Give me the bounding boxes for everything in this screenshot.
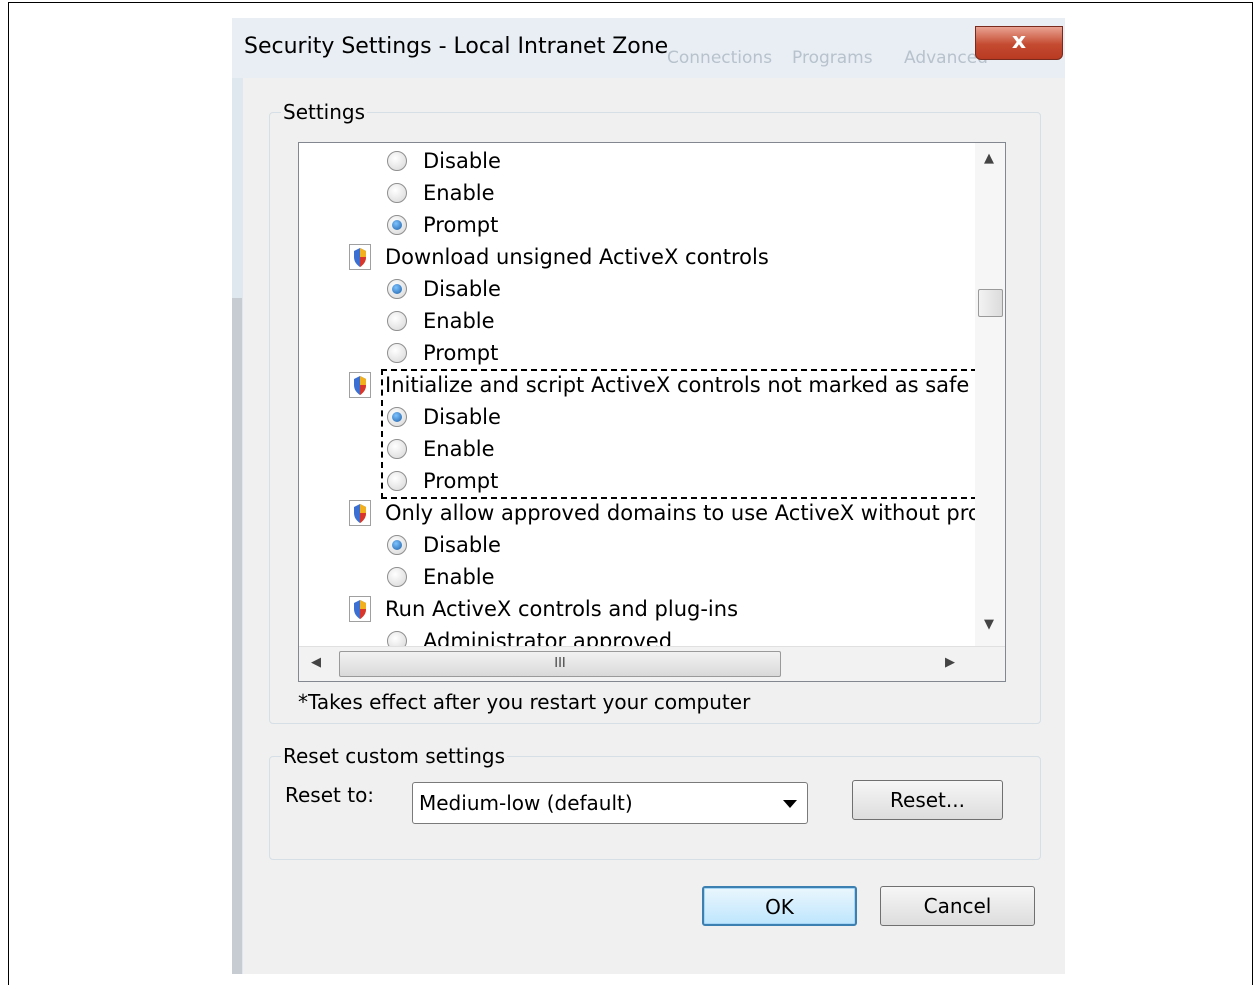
radio-option-label: Prompt [423, 213, 499, 237]
radio-option-label: Disable [423, 533, 501, 557]
background-tab-programs: Programs [792, 48, 873, 68]
scroll-down-icon[interactable]: ▼ [984, 617, 994, 632]
radio-option-label: Prompt [423, 341, 499, 365]
radio-unselected-icon[interactable] [387, 343, 407, 363]
scroll-grip-icon: III [554, 656, 566, 671]
radio-unselected-icon[interactable] [387, 567, 407, 587]
radio-option-label: Disable [423, 149, 501, 173]
radio-selected-icon[interactable] [387, 215, 407, 235]
focus-rectangle [381, 369, 977, 499]
title-bar: Security Settings - Local Intranet Zone … [232, 18, 1065, 78]
close-icon: x [1011, 29, 1027, 54]
scroll-left-icon[interactable]: ◀ [311, 655, 321, 670]
security-settings-dialog: Security Settings - Local Intranet Zone … [232, 18, 1065, 974]
chevron-down-icon [783, 800, 797, 808]
radio-unselected-icon[interactable] [387, 311, 407, 331]
shield-icon [349, 500, 371, 526]
setting-category-label: Download unsigned ActiveX controls [385, 245, 769, 269]
reset-level-select[interactable]: Medium-low (default) [412, 782, 808, 824]
shield-icon [349, 596, 371, 622]
scroll-up-icon[interactable]: ▲ [984, 151, 994, 166]
shield-icon [349, 372, 371, 398]
setting-category-label: Only allow approved domains to use Activ… [385, 501, 1006, 525]
setting-category-label: Run ActiveX controls and plug-ins [385, 597, 739, 621]
radio-option-label: Enable [423, 309, 495, 333]
settings-group-label: Settings [281, 100, 368, 124]
radio-selected-icon[interactable] [387, 279, 407, 299]
radio-option-label: Disable [423, 277, 501, 301]
ok-button[interactable]: OK [702, 886, 857, 926]
scroll-right-icon[interactable]: ▶ [945, 655, 955, 670]
reset-group-label: Reset custom settings [281, 744, 507, 768]
shield-icon [349, 244, 371, 270]
reset-level-value: Medium-low (default) [419, 791, 633, 815]
radio-selected-icon[interactable] [387, 535, 407, 555]
vertical-scroll-thumb[interactable] [978, 289, 1003, 317]
reset-to-label: Reset to: [285, 783, 375, 807]
radio-option-label: Enable [423, 181, 495, 205]
dialog-title: Security Settings - Local Intranet Zone [244, 34, 669, 59]
dialog-body: Settings Disable Enable Prompt Download uns… [243, 78, 1065, 974]
settings-listbox[interactable]: Disable Enable Prompt Download unsigned Act… [298, 142, 1006, 682]
reset-button[interactable]: Reset... [852, 780, 1003, 820]
close-button[interactable]: x [975, 26, 1063, 60]
horizontal-scrollbar[interactable]: ◀ III ▶ [299, 646, 1005, 681]
background-tab-connections: Connections [667, 48, 773, 68]
vertical-scrollbar[interactable]: ▲ ▼ [975, 143, 1005, 649]
radio-unselected-icon[interactable] [387, 151, 407, 171]
background-window-edge [232, 298, 242, 974]
radio-option-label: Enable [423, 565, 495, 589]
cancel-button[interactable]: Cancel [880, 886, 1035, 926]
restart-note: *Takes effect after you restart your com… [298, 690, 751, 714]
radio-unselected-icon[interactable] [387, 183, 407, 203]
horizontal-scroll-thumb[interactable]: III [339, 651, 781, 677]
